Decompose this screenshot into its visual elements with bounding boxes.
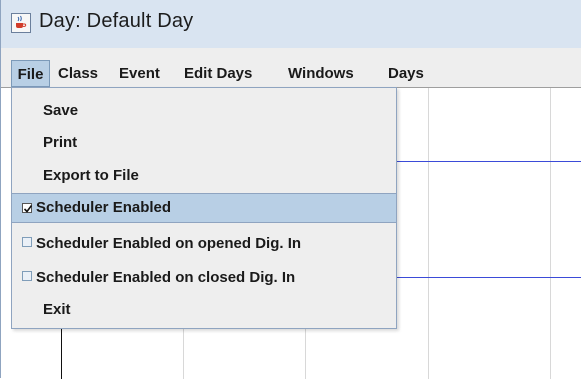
menu-file[interactable]: File — [11, 60, 50, 87]
menu-item-label: Scheduler Enabled on closed Dig. In — [36, 269, 296, 286]
menu-item-export-to-file[interactable]: Export to File — [12, 162, 396, 189]
menu-item-label: Exit — [43, 301, 71, 318]
menu-bar: File Class Event Edit Days Windows Days — [1, 60, 581, 88]
menu-item-label: Save — [43, 102, 79, 119]
app-window: Day: Default Day File Class Event Edit D… — [0, 0, 581, 379]
file-menu-dropdown: Save Print Export to File Scheduler Enab… — [11, 87, 397, 329]
menu-item-scheduler-enabled[interactable]: Scheduler Enabled — [12, 193, 396, 223]
menu-days[interactable]: Days — [388, 60, 424, 87]
menu-item-label: Print — [43, 134, 78, 151]
checkbox-unchecked-icon[interactable] — [22, 237, 32, 247]
checkbox-unchecked-icon[interactable] — [22, 271, 32, 281]
grid-line — [428, 88, 429, 379]
menu-edit-days[interactable]: Edit Days — [184, 60, 252, 87]
menu-event[interactable]: Event — [119, 60, 160, 87]
menu-item-label: Scheduler Enabled on opened Dig. In — [36, 235, 302, 252]
menu-item-print[interactable]: Print — [12, 129, 396, 156]
menu-class[interactable]: Class — [58, 60, 98, 87]
title-bar[interactable]: Day: Default Day — [1, 0, 581, 48]
checkbox-checked-icon[interactable] — [22, 203, 33, 213]
menu-item-label: Scheduler Enabled — [36, 199, 172, 216]
menu-item-scheduler-enabled-opened[interactable]: Scheduler Enabled on opened Dig. In — [12, 230, 396, 257]
grid-line — [550, 88, 551, 379]
java-cup-icon — [11, 13, 31, 33]
menu-item-scheduler-enabled-closed[interactable]: Scheduler Enabled on closed Dig. In — [12, 264, 396, 291]
menu-item-label: Export to File — [43, 167, 139, 184]
menu-item-save[interactable]: Save — [12, 97, 396, 124]
schedule-line — [397, 277, 581, 278]
menu-item-exit[interactable]: Exit — [12, 296, 396, 323]
window-title: Day: Default Day — [39, 10, 194, 32]
schedule-line — [397, 161, 581, 162]
menu-windows[interactable]: Windows — [288, 60, 354, 87]
